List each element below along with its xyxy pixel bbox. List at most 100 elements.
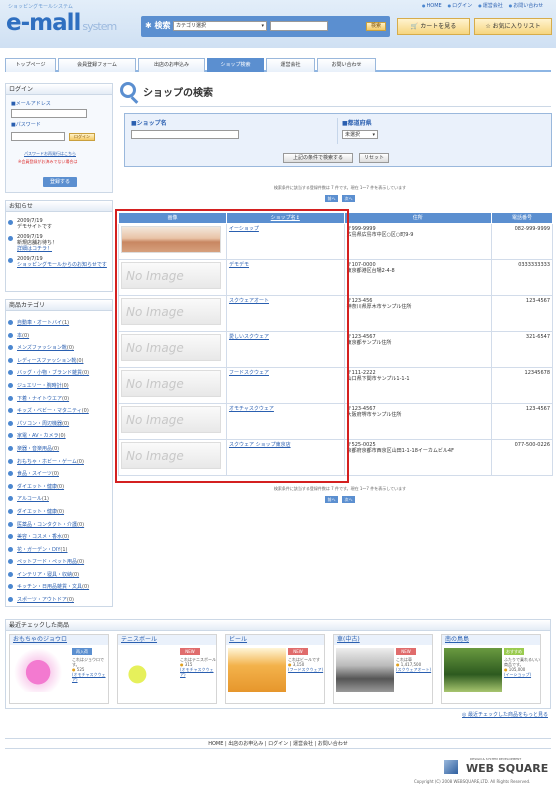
tab-open-shop[interactable]: 出店のお申込み — [138, 58, 205, 72]
search-icon-handle — [130, 96, 139, 104]
search-bar: ✱ 検索 カテゴリ選択 ▾ — [141, 16, 390, 37]
product-name[interactable]: おもちゃのジョウロ — [10, 635, 108, 645]
product-badge: NEW — [396, 648, 416, 655]
news-link[interactable]: ショッピングモールからのお知らせです — [17, 262, 112, 268]
site-logo[interactable]: e-mall system — [6, 10, 117, 38]
form-divider — [337, 118, 338, 144]
next-button[interactable]: 次へ — [342, 195, 355, 202]
password-field[interactable] — [11, 132, 65, 141]
product-image[interactable] — [120, 648, 178, 692]
category-title: 商品カテゴリ — [6, 300, 112, 311]
shop-tel: 123-4567 — [525, 298, 550, 304]
category-item[interactable]: ダイエット・健康(0) — [6, 481, 112, 494]
news-box: お知らせ 2009/7/19 デモサイトです 2009/7/19 新規店舗お待ち！詳… — [5, 200, 113, 292]
recent-product-card[interactable]: おもちゃのジョウロ 再入荷 これはジョウロです。 ● 525 (オモチャスクウェア) — [9, 634, 109, 704]
product-image[interactable] — [336, 648, 394, 692]
pager-bottom: 前へ 次へ — [300, 496, 380, 503]
tab-shop-search[interactable]: ショップ検索 — [207, 58, 264, 72]
shop-address: 東京都サンプル住所 — [346, 340, 392, 346]
category-item[interactable]: 家電・AV・カメラ(0) — [6, 430, 112, 443]
favorites-button[interactable]: ☆ お気に入りリスト — [474, 18, 552, 35]
product-shop-link[interactable]: (オモチャスクウェア) — [72, 672, 108, 682]
product-badge: おすすめ — [504, 648, 524, 655]
shop-address: 京都府京都市西京区山田1-1-18イーカムビル4F — [346, 448, 454, 454]
forgot-password-link[interactable]: パスワードお再発行はこちら — [24, 151, 76, 157]
login-button[interactable]: ログイン — [69, 133, 95, 141]
keyword-input[interactable] — [270, 21, 328, 31]
category-item[interactable]: キッズ・ベビー・マタニティ(0) — [6, 405, 112, 418]
category-item[interactable]: ジュエリー・腕時計(0) — [6, 380, 112, 393]
shop-tel: 12345678 — [524, 370, 550, 376]
reset-button[interactable]: リセット — [359, 153, 389, 163]
category-item[interactable]: ペットフード・ペット用品(0) — [6, 556, 112, 569]
prev-button[interactable]: 前へ — [325, 496, 338, 503]
recent-product-card[interactable]: 車(中古) NEW これは車 ● 1,417,500 (スクウェアオート) — [333, 634, 433, 704]
prev-button[interactable]: 前へ — [325, 195, 338, 202]
footer-links[interactable]: HOME | 出店のお申込み | ログイン | 運営会社 | お問い合わせ — [5, 738, 551, 749]
product-shop-link[interactable]: (イーショップ) — [504, 672, 540, 677]
product-image[interactable] — [12, 648, 70, 692]
product-image[interactable] — [228, 648, 286, 692]
category-item[interactable]: ダイエット・健康(0) — [6, 506, 112, 519]
product-shop-link[interactable]: (フードスクウェア) — [288, 667, 324, 672]
product-name[interactable]: テニスボール — [118, 635, 216, 645]
category-item[interactable]: 本(0) — [6, 330, 112, 343]
category-item[interactable]: 下着・ナイトウエア(0) — [6, 393, 112, 406]
search-submit-button[interactable]: 上記の条件で検索する — [283, 153, 353, 163]
shop-address: 山口県下関市サンプル1-1-1 — [346, 376, 410, 382]
category-item[interactable]: バッグ・小物・ブランド雑貨(0) — [6, 367, 112, 380]
category-item[interactable]: 自動車・オートバイ(1) — [6, 317, 112, 330]
register-button[interactable]: 登録する — [43, 177, 77, 187]
shop-address: 東京都港区台場2-4-8 — [346, 268, 395, 274]
category-item[interactable]: メンズファッション靴(0) — [6, 342, 112, 355]
category-item[interactable]: パソコン・周辺機器(0) — [6, 418, 112, 431]
prefecture-select[interactable]: 未選択 ▾ — [342, 130, 378, 139]
category-item[interactable]: 食品・スイーツ(0) — [6, 468, 112, 481]
company-name: WEB SQUARE — [466, 762, 549, 775]
product-shop-link[interactable]: (スクウェアオート) — [396, 667, 432, 672]
category-select[interactable]: カテゴリ選択 ▾ — [173, 21, 267, 31]
tab-top[interactable]: トップページ — [5, 58, 56, 72]
top-links: HOME ログイン 運営会社 お問い合わせ — [422, 3, 544, 9]
tab-register[interactable]: 会員登録フォーム — [58, 58, 136, 72]
product-shop-link[interactable]: (オモチャスクウェア) — [180, 667, 216, 677]
cart-button[interactable]: 🛒 カートを見る — [397, 18, 470, 35]
category-item[interactable]: スポーツ・アウトドア(0) — [6, 594, 112, 607]
email-field[interactable] — [11, 109, 87, 118]
next-button[interactable]: 次へ — [342, 496, 355, 503]
category-item[interactable]: インテリア・寝具・収納(0) — [6, 569, 112, 582]
product-name[interactable]: 南の鳥島 — [442, 635, 540, 645]
tab-contact[interactable]: お問い合わせ — [317, 58, 376, 72]
recent-product-card[interactable]: 南の鳥島 おすすめ ふたりで乗れるいい商品です。 ● 105,000 (イーショップ) — [441, 634, 541, 704]
product-desc: これはテニスボール ● 315 (オモチャスクウェア) — [180, 657, 216, 677]
category-item[interactable]: おもちゃ・ホビー・ゲーム(0) — [6, 456, 112, 469]
category-item[interactable]: 美容・コスメ・香水(0) — [6, 531, 112, 544]
register-note: ※会員登録がお済みでない場合は — [18, 159, 78, 164]
category-item[interactable]: 楽器・音楽用品(0) — [6, 443, 112, 456]
category-item[interactable]: キッチン・日用品雑貨・文具(0) — [6, 581, 112, 594]
product-image[interactable] — [444, 648, 502, 692]
recent-more-link[interactable]: ◎ 最近チェックした商品をもっと見る — [462, 712, 548, 718]
product-name[interactable]: ビール — [226, 635, 324, 645]
top-link-company[interactable]: 運営会社 — [478, 3, 503, 9]
category-item[interactable]: レディースファッション靴(0) — [6, 355, 112, 368]
top-link-home[interactable]: HOME — [422, 3, 442, 9]
top-link-contact[interactable]: お問い合わせ — [509, 3, 543, 9]
category-item[interactable]: アルコール(1) — [6, 493, 112, 506]
recent-product-card[interactable]: テニスボール NEW これはテニスボール ● 315 (オモチャスクウェア) — [117, 634, 217, 704]
tab-company[interactable]: 運営会社 — [266, 58, 315, 72]
shop-name-input[interactable] — [131, 130, 239, 139]
search-button[interactable]: 検索 — [366, 22, 386, 31]
search-label: ✱ 検索 — [145, 21, 171, 30]
news-title: お知らせ — [6, 201, 112, 212]
shop-tel: 077-500-0226 — [514, 442, 550, 448]
product-name[interactable]: 車(中古) — [334, 635, 432, 645]
category-item[interactable]: 医薬品・コンタクト・介護(0) — [6, 519, 112, 532]
category-item[interactable]: 花・ガーデン・DIY(1) — [6, 544, 112, 557]
top-link-login[interactable]: ログイン — [448, 3, 472, 9]
recent-product-card[interactable]: ビール NEW これはビールです ● 3,150 (フードスクウェア) — [225, 634, 325, 704]
shop-address: 神奈川県厚木市サンプル住所 — [346, 304, 412, 310]
news-link[interactable]: 詳細はコチラ！ — [17, 246, 112, 252]
prefecture-label: ■都道府県 — [342, 120, 372, 127]
product-desc: これはジョウロです。 ● 525 (オモチャスクウェア) — [72, 657, 108, 682]
